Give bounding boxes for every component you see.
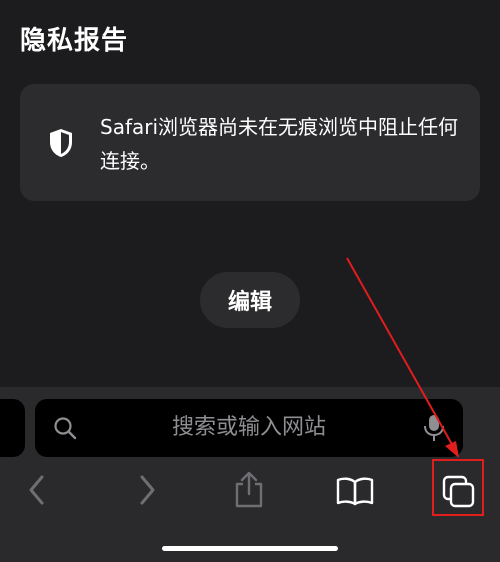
search-placeholder: 搜索或输入网站 [171,415,326,440]
tabs-button-highlight [432,459,484,516]
microphone-icon[interactable] [423,414,445,442]
share-icon[interactable] [232,471,266,509]
chevron-right-icon[interactable] [134,473,158,507]
page-title: 隐私报告 [20,26,129,56]
search-bar[interactable]: 搜索或输入网站 [35,399,463,457]
privacy-report-message: Safari浏览器尚未在无痕浏览中阻止任何连接。 [100,115,459,173]
privacy-report-card: Safari浏览器尚未在无痕浏览中阻止任何连接。 [20,84,480,201]
edit-button[interactable]: 编辑 [200,272,300,328]
home-indicator [162,546,338,551]
shield-icon [50,129,72,157]
bottom-toolbar: 搜索或输入网站 [0,387,500,562]
previous-tab-edge[interactable] [0,399,25,457]
book-icon[interactable] [336,476,374,506]
chevron-left-icon[interactable] [26,473,50,507]
